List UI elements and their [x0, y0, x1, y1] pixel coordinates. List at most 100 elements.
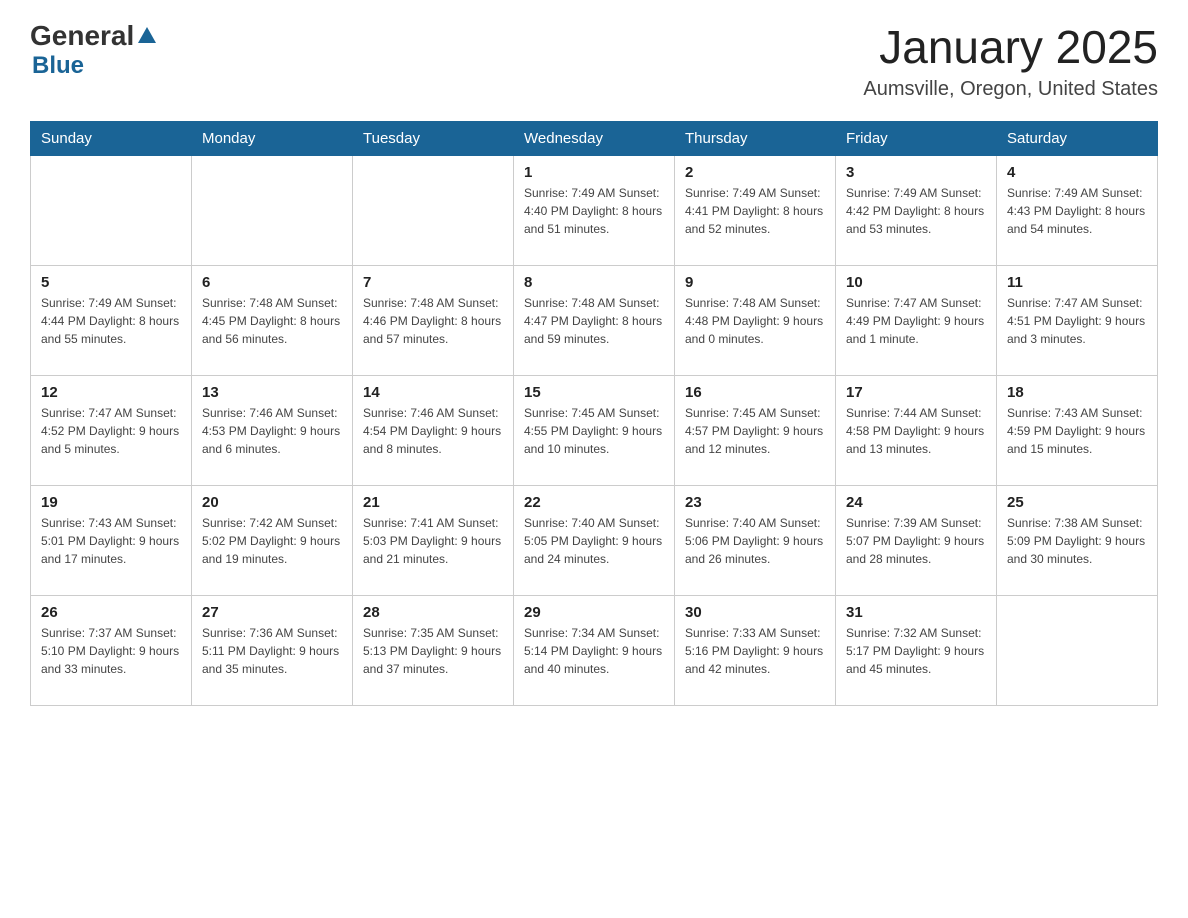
day-info: Sunrise: 7:48 AM Sunset: 4:45 PM Dayligh… — [202, 294, 342, 348]
day-number: 31 — [846, 604, 986, 621]
day-of-week-header: Friday — [836, 122, 997, 156]
logo-general-text: General — [30, 20, 134, 52]
calendar-cell: 31 Sunrise: 7:32 AM Sunset: 5:17 PM Dayli… — [836, 596, 997, 706]
day-info: Sunrise: 7:39 AM Sunset: 5:07 PM Dayligh… — [846, 514, 986, 568]
day-number: 4 — [1007, 164, 1147, 181]
day-info: Sunrise: 7:41 AM Sunset: 5:03 PM Dayligh… — [363, 514, 503, 568]
calendar-cell: 3Sunrise: 7:49 AM Sunset: 4:42 PM Daylig… — [836, 156, 997, 266]
day-number: 27 — [202, 604, 342, 621]
day-info: Sunrise: 7:48 AM Sunset: 4:48 PM Dayligh… — [685, 294, 825, 348]
day-info: Sunrise: 7:45 AM Sunset: 4:55 PM Dayligh… — [524, 404, 664, 458]
day-number: 30 — [685, 604, 825, 621]
calendar-week-row: 26 Sunrise: 7:37 AM Sunset: 5:10 PM Dayli… — [31, 596, 1158, 706]
day-info: Sunrise: 7:40 AM Sunset: 5:06 PM Dayligh… — [685, 514, 825, 568]
day-number: 8 — [524, 274, 664, 291]
calendar-cell: 2Sunrise: 7:49 AM Sunset: 4:41 PM Daylig… — [675, 156, 836, 266]
calendar-cell: 8 Sunrise: 7:48 AM Sunset: 4:47 PM Daylig… — [514, 266, 675, 376]
day-info: Sunrise: 7:45 AM Sunset: 4:57 PM Dayligh… — [685, 404, 825, 458]
day-number: 24 — [846, 494, 986, 511]
header: General Blue January 2025 Aumsville, Ore… — [30, 20, 1158, 101]
calendar-cell: 26 Sunrise: 7:37 AM Sunset: 5:10 PM Dayli… — [31, 596, 192, 706]
day-info: Sunrise: 7:47 AM Sunset: 4:49 PM Dayligh… — [846, 294, 986, 348]
calendar-cell: 20 Sunrise: 7:42 AM Sunset: 5:02 PM Dayli… — [192, 486, 353, 596]
calendar-cell: 30 Sunrise: 7:33 AM Sunset: 5:16 PM Dayli… — [675, 596, 836, 706]
day-info: Sunrise: 7:35 AM Sunset: 5:13 PM Dayligh… — [363, 624, 503, 678]
day-number: 22 — [524, 494, 664, 511]
calendar-cell: 16Sunrise: 7:45 AM Sunset: 4:57 PM Dayli… — [675, 376, 836, 486]
day-info: Sunrise: 7:42 AM Sunset: 5:02 PM Dayligh… — [202, 514, 342, 568]
day-number: 23 — [685, 494, 825, 511]
day-info: Sunrise: 7:49 AM Sunset: 4:40 PM Dayligh… — [524, 184, 664, 238]
calendar-week-row: 5Sunrise: 7:49 AM Sunset: 4:44 PM Daylig… — [31, 266, 1158, 376]
calendar-cell: 7 Sunrise: 7:48 AM Sunset: 4:46 PM Daylig… — [353, 266, 514, 376]
logo: General Blue — [30, 20, 156, 80]
day-number: 17 — [846, 384, 986, 401]
calendar-cell — [192, 156, 353, 266]
day-info: Sunrise: 7:48 AM Sunset: 4:47 PM Dayligh… — [524, 294, 664, 348]
day-info: Sunrise: 7:38 AM Sunset: 5:09 PM Dayligh… — [1007, 514, 1147, 568]
day-info: Sunrise: 7:32 AM Sunset: 5:17 PM Dayligh… — [846, 624, 986, 678]
day-number: 18 — [1007, 384, 1147, 401]
calendar-week-row: 1 Sunrise: 7:49 AM Sunset: 4:40 PM Daylig… — [31, 156, 1158, 266]
day-of-week-header: Sunday — [31, 122, 192, 156]
day-number: 13 — [202, 384, 342, 401]
title-area: January 2025 Aumsville, Oregon, United S… — [863, 20, 1158, 101]
calendar-cell: 11Sunrise: 7:47 AM Sunset: 4:51 PM Dayli… — [997, 266, 1158, 376]
calendar-cell: 17 Sunrise: 7:44 AM Sunset: 4:58 PM Dayli… — [836, 376, 997, 486]
day-info: Sunrise: 7:44 AM Sunset: 4:58 PM Dayligh… — [846, 404, 986, 458]
day-info: Sunrise: 7:34 AM Sunset: 5:14 PM Dayligh… — [524, 624, 664, 678]
day-info: Sunrise: 7:40 AM Sunset: 5:05 PM Dayligh… — [524, 514, 664, 568]
day-info: Sunrise: 7:47 AM Sunset: 4:52 PM Dayligh… — [41, 404, 181, 458]
day-number: 12 — [41, 384, 181, 401]
day-number: 21 — [363, 494, 503, 511]
calendar-cell: 12 Sunrise: 7:47 AM Sunset: 4:52 PM Dayli… — [31, 376, 192, 486]
day-number: 9 — [685, 274, 825, 291]
calendar-table: SundayMondayTuesdayWednesdayThursdayFrid… — [30, 121, 1158, 706]
day-info: Sunrise: 7:46 AM Sunset: 4:53 PM Dayligh… — [202, 404, 342, 458]
calendar-week-row: 12 Sunrise: 7:47 AM Sunset: 4:52 PM Dayli… — [31, 376, 1158, 486]
calendar-cell: 29 Sunrise: 7:34 AM Sunset: 5:14 PM Dayli… — [514, 596, 675, 706]
calendar-cell: 4Sunrise: 7:49 AM Sunset: 4:43 PM Daylig… — [997, 156, 1158, 266]
day-info: Sunrise: 7:48 AM Sunset: 4:46 PM Dayligh… — [363, 294, 503, 348]
day-number: 20 — [202, 494, 342, 511]
day-number: 19 — [41, 494, 181, 511]
calendar-cell: 1 Sunrise: 7:49 AM Sunset: 4:40 PM Daylig… — [514, 156, 675, 266]
calendar-cell: 13 Sunrise: 7:46 AM Sunset: 4:53 PM Dayli… — [192, 376, 353, 486]
day-number: 6 — [202, 274, 342, 291]
calendar-week-row: 19 Sunrise: 7:43 AM Sunset: 5:01 PM Dayli… — [31, 486, 1158, 596]
day-number: 10 — [846, 274, 986, 291]
day-of-week-header: Thursday — [675, 122, 836, 156]
subtitle: Aumsville, Oregon, United States — [863, 78, 1158, 101]
day-number: 14 — [363, 384, 503, 401]
day-number: 28 — [363, 604, 503, 621]
day-info: Sunrise: 7:37 AM Sunset: 5:10 PM Dayligh… — [41, 624, 181, 678]
calendar-cell: 28 Sunrise: 7:35 AM Sunset: 5:13 PM Dayli… — [353, 596, 514, 706]
calendar-cell: 24 Sunrise: 7:39 AM Sunset: 5:07 PM Dayli… — [836, 486, 997, 596]
calendar-cell: 22 Sunrise: 7:40 AM Sunset: 5:05 PM Dayli… — [514, 486, 675, 596]
day-number: 26 — [41, 604, 181, 621]
calendar-cell: 14 Sunrise: 7:46 AM Sunset: 4:54 PM Dayli… — [353, 376, 514, 486]
day-of-week-header: Saturday — [997, 122, 1158, 156]
calendar-cell — [31, 156, 192, 266]
logo-blue-text: Blue — [32, 52, 156, 80]
calendar-cell: 19 Sunrise: 7:43 AM Sunset: 5:01 PM Dayli… — [31, 486, 192, 596]
calendar-cell: 6 Sunrise: 7:48 AM Sunset: 4:45 PM Daylig… — [192, 266, 353, 376]
calendar-cell: 10 Sunrise: 7:47 AM Sunset: 4:49 PM Dayli… — [836, 266, 997, 376]
calendar-cell: 9 Sunrise: 7:48 AM Sunset: 4:48 PM Daylig… — [675, 266, 836, 376]
day-number: 2 — [685, 164, 825, 181]
day-number: 5 — [41, 274, 181, 291]
day-info: Sunrise: 7:43 AM Sunset: 4:59 PM Dayligh… — [1007, 404, 1147, 458]
day-number: 15 — [524, 384, 664, 401]
day-info: Sunrise: 7:33 AM Sunset: 5:16 PM Dayligh… — [685, 624, 825, 678]
day-number: 29 — [524, 604, 664, 621]
day-of-week-header: Wednesday — [514, 122, 675, 156]
day-info: Sunrise: 7:49 AM Sunset: 4:42 PM Dayligh… — [846, 184, 986, 238]
day-info: Sunrise: 7:46 AM Sunset: 4:54 PM Dayligh… — [363, 404, 503, 458]
day-number: 7 — [363, 274, 503, 291]
calendar-cell: 23 Sunrise: 7:40 AM Sunset: 5:06 PM Dayli… — [675, 486, 836, 596]
day-of-week-header: Tuesday — [353, 122, 514, 156]
day-number: 1 — [524, 164, 664, 181]
day-info: Sunrise: 7:43 AM Sunset: 5:01 PM Dayligh… — [41, 514, 181, 568]
calendar-cell: 25Sunrise: 7:38 AM Sunset: 5:09 PM Dayli… — [997, 486, 1158, 596]
calendar-cell: 27Sunrise: 7:36 AM Sunset: 5:11 PM Dayli… — [192, 596, 353, 706]
